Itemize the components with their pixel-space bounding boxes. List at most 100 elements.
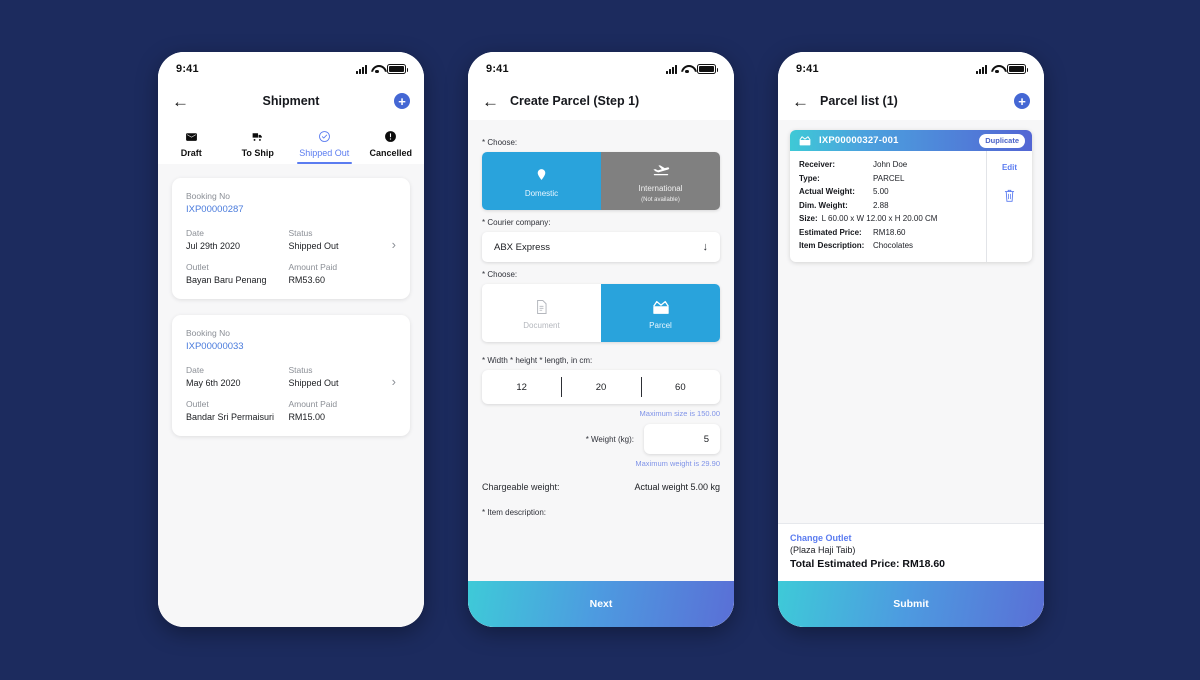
status-bar-icons (976, 64, 1029, 74)
parcel-card-body: Receiver: John Doe Type: PARCEL Actual W… (790, 151, 1032, 262)
inbox-icon (185, 129, 198, 144)
segment-label: Document (523, 320, 560, 330)
back-arrow-icon[interactable]: ← (482, 93, 500, 110)
height-input[interactable]: 20 (561, 370, 640, 404)
destination-option-domestic[interactable]: Domestic (482, 152, 601, 210)
detail-value: Chocolates (873, 241, 914, 250)
detail-value: 5.00 (873, 187, 889, 196)
booking-no-value: IXP00000287 (186, 204, 244, 215)
add-shipment-button[interactable]: + (394, 93, 410, 109)
detail-row-receiver: Receiver: John Doe (799, 158, 977, 172)
screen: 9:41 ← Create Parcel (Step 1) * Choose: (468, 52, 734, 627)
status-bar-icons (666, 64, 719, 74)
submit-button[interactable]: Submit (778, 581, 1044, 627)
status-bar-time: 9:41 (176, 63, 199, 75)
booking-row-date-status: Date Jul 29th 2020 Status Shipped Out (186, 228, 396, 251)
screenshot-stage: 9:41 ← Shipment + Draft To Ship Shipped … (0, 0, 1200, 680)
phone-shipment-list: 9:41 ← Shipment + Draft To Ship Shipped … (158, 52, 424, 627)
parcel-card: IXP00000327-001 Duplicate Receiver: John… (790, 130, 1032, 262)
back-arrow-icon[interactable]: ← (792, 93, 810, 110)
page-title: Parcel list (1) (820, 94, 898, 108)
status-label: Status (288, 228, 313, 238)
max-weight-helper: Maximum weight is 29.90 (635, 459, 720, 468)
destination-segmented-control: Domestic International (Not available) (482, 152, 720, 210)
status-bar-time: 9:41 (486, 63, 509, 75)
type-segmented-control: Document Parcel (482, 284, 720, 342)
shipment-list: Booking No IXP00000287 Date Jul 29th 202… (158, 164, 424, 627)
exclamation-circle-icon (384, 129, 397, 144)
status-bar-icons (356, 64, 409, 74)
screen: 9:41 ← Parcel list (1) + IXP00000327-001… (778, 52, 1044, 627)
amount-paid-label: Amount Paid (288, 399, 338, 409)
booking-date-col: Date Jul 29th 2020 (186, 228, 288, 251)
arrow-down-icon: ↓ (702, 241, 709, 253)
type-option-parcel[interactable]: Parcel (601, 284, 720, 342)
page-title: Create Parcel (Step 1) (510, 94, 640, 108)
detail-row-type: Type: PARCEL (799, 172, 977, 186)
detail-key: Item Description: (799, 241, 865, 250)
status-bar-time: 9:41 (796, 63, 819, 75)
amount-paid-value: RM53.60 (288, 275, 325, 285)
page-title: Shipment (262, 94, 320, 108)
chevron-right-icon[interactable]: › (392, 237, 396, 252)
wifi-icon (681, 65, 693, 74)
dimensions-label: * Width * height * length, in cm: (482, 356, 593, 365)
booking-date-col: Date May 6th 2020 (186, 365, 288, 388)
length-input[interactable]: 60 (640, 370, 720, 404)
add-parcel-button[interactable]: + (1014, 93, 1030, 109)
status-bar: 9:41 (158, 52, 424, 82)
back-arrow-icon[interactable]: ← (172, 93, 190, 110)
type-option-document[interactable]: Document (482, 284, 601, 342)
weight-input[interactable]: 5 (644, 424, 720, 454)
detail-row-dim-weight: Dim. Weight: 2.88 (799, 199, 977, 213)
signal-icon (666, 64, 677, 74)
detail-key: Dim. Weight: (799, 200, 848, 210)
nav-bar: ← Parcel list (1) + (778, 82, 1044, 120)
destination-option-international[interactable]: International (Not available) (601, 152, 720, 210)
choose-destination-label: * Choose: (482, 138, 518, 147)
detail-row-estimated-price: Estimated Price: RM18.60 (799, 226, 977, 240)
date-value: Jul 29th 2020 (186, 241, 241, 251)
tab-label: To Ship (241, 148, 274, 158)
parcel-actions: Edit (986, 151, 1032, 262)
status-bar: 9:41 (778, 52, 1044, 82)
tab-cancelled[interactable]: Cancelled (358, 124, 425, 164)
booking-card[interactable]: Booking No IXP00000287 Date Jul 29th 202… (172, 178, 410, 299)
check-circle-icon (318, 129, 331, 144)
next-button[interactable]: Next (468, 581, 734, 627)
chevron-right-icon[interactable]: › (392, 374, 396, 389)
courier-company-select[interactable]: ABX Express ↓ (482, 232, 720, 262)
status-value: Shipped Out (288, 241, 339, 251)
detail-key: Size: (799, 214, 818, 223)
dimensions-inputs: 12 20 60 (482, 370, 720, 404)
trash-icon[interactable] (1003, 188, 1016, 208)
change-outlet-link[interactable]: Change Outlet (790, 533, 1032, 543)
booking-no-label: Booking No (186, 328, 230, 338)
detail-value: PARCEL (873, 173, 905, 183)
segment-label: Domestic (524, 188, 559, 198)
weight-label: * Weight (kg): (585, 434, 634, 444)
battery-icon (387, 64, 409, 74)
edit-button[interactable]: Edit (1002, 163, 1017, 172)
tab-label: Cancelled (369, 148, 413, 158)
item-description-label: * Item description: (482, 508, 547, 517)
outlet-label: Outlet (186, 399, 209, 409)
width-input[interactable]: 12 (482, 370, 561, 404)
wifi-icon (371, 65, 383, 74)
chargeable-weight-value: Actual weight 5.00 kg (634, 482, 720, 492)
truck-icon (250, 129, 265, 144)
booking-card[interactable]: Booking No IXP00000033 Date May 6th 2020… (172, 315, 410, 436)
tab-to-ship[interactable]: To Ship (225, 124, 292, 164)
detail-row-item-description: Item Description: Chocolates (799, 239, 977, 253)
tab-shipped-out[interactable]: Shipped Out (291, 124, 358, 164)
open-box-icon (798, 135, 812, 146)
status-label: Status (288, 365, 313, 375)
tab-draft[interactable]: Draft (158, 124, 225, 164)
tab-label: Draft (180, 148, 202, 158)
booking-outlet-col: Outlet Bayan Baru Penang (186, 262, 288, 285)
airplane-icon (651, 160, 671, 180)
choose-type-label: * Choose: (482, 270, 518, 279)
duplicate-button[interactable]: Duplicate (979, 133, 1025, 148)
courier-company-label: * Courier company: (482, 218, 551, 227)
max-size-helper: Maximum size is 150.00 (639, 409, 720, 418)
